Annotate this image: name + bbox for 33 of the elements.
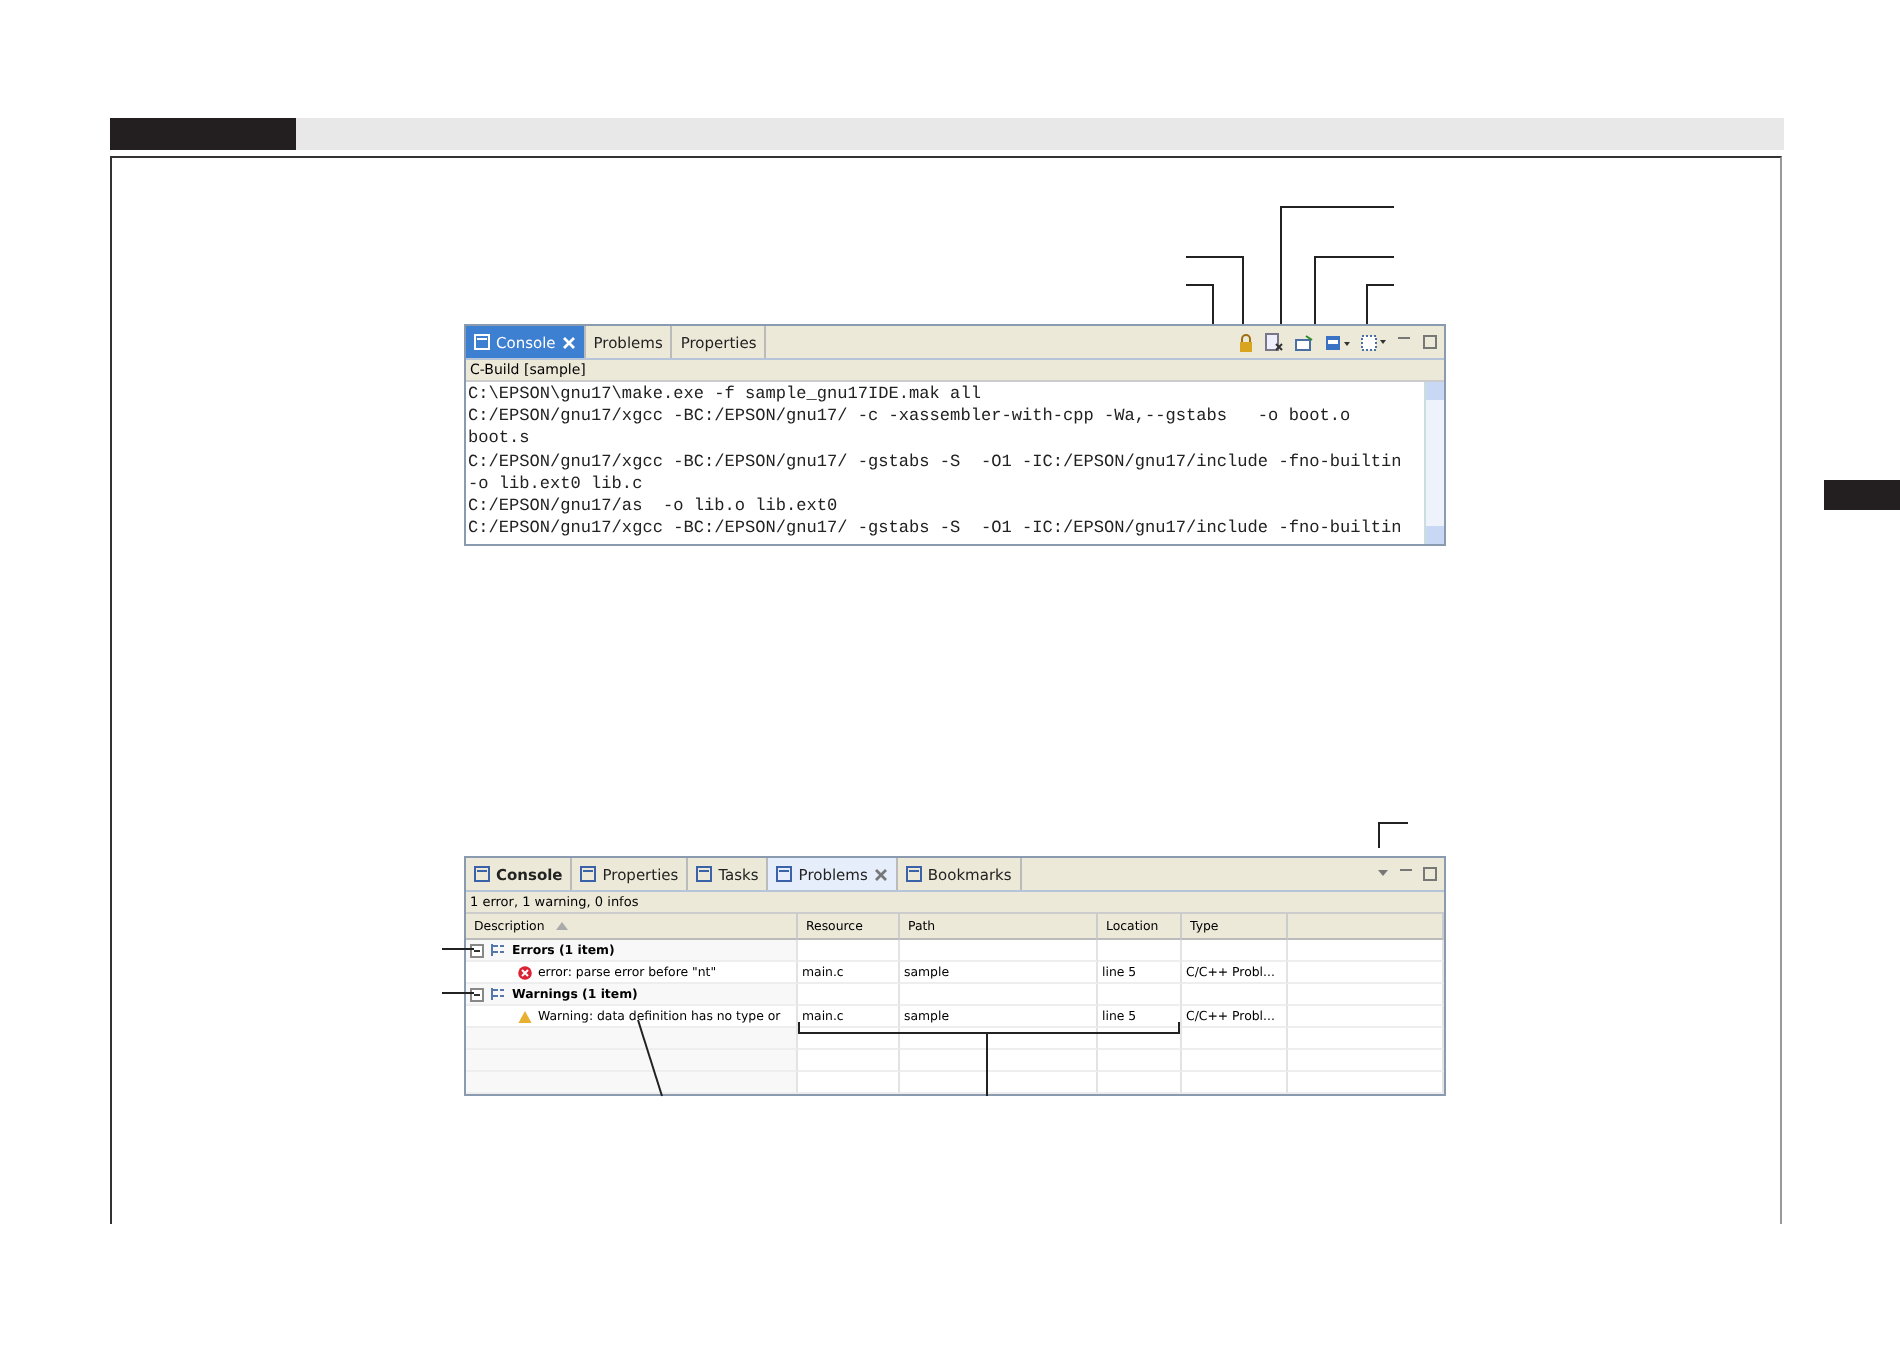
collapse-icon[interactable] (470, 987, 484, 1001)
console-line: -o lib.ext0 lib.c (468, 473, 645, 497)
console-line: C:\EPSON\gnu17\make.exe -f sample_gnu17IDE.mak all (468, 384, 983, 407)
leader-line (441, 992, 475, 994)
lock-icon[interactable] (1238, 333, 1254, 351)
console-line: C:/EPSON/gnu17/as -o lib.o lib.ext0 (468, 496, 840, 519)
sort-icon (556, 922, 569, 930)
maximize-icon[interactable] (1422, 866, 1438, 882)
view-tab-icon (474, 866, 490, 882)
clear-console-icon[interactable] (1264, 332, 1284, 352)
view-menu-icon[interactable] (1376, 868, 1390, 880)
new-console-icon[interactable] (1360, 332, 1386, 352)
console-line: C:/EPSON/gnu17/xgcc -BC:/EPSON/gnu17/ -gstabs -S -O1 -IC:/EPSON/gnu17/include -fno-builtin (468, 518, 1404, 541)
console-line: C:/EPSON/gnu17/xgcc -BC:/EPSON/gnu17/ -c -xassembler-with-cpp -Wa,--gstabs -o boot.o (468, 406, 1353, 429)
pin-console-icon[interactable] (1294, 333, 1314, 351)
console-line: boot.s (468, 428, 532, 452)
group-icon (490, 942, 506, 958)
error-icon (518, 965, 532, 979)
view-tab-icon (776, 866, 793, 882)
view-tab-icon (905, 866, 922, 882)
view-tab-icon (696, 866, 713, 882)
leader-line (1378, 822, 1409, 849)
group-icon (490, 986, 506, 1002)
collapse-icon[interactable] (470, 943, 484, 957)
close-icon[interactable] (873, 867, 888, 881)
console-line: C:/EPSON/gnu17/xgcc -BC:/EPSON/gnu17/ -gstabs -S -O1 -IC:/EPSON/gnu17/include -fno-builtin (468, 451, 1404, 474)
view-tab-icon (580, 866, 597, 882)
leader-line (441, 948, 475, 950)
scroll-bar[interactable] (1424, 382, 1444, 544)
maximize-icon[interactable] (1422, 334, 1438, 350)
view-tab-icon (474, 334, 490, 350)
display-console-icon[interactable] (1324, 333, 1350, 351)
leader-line (637, 1019, 663, 1097)
